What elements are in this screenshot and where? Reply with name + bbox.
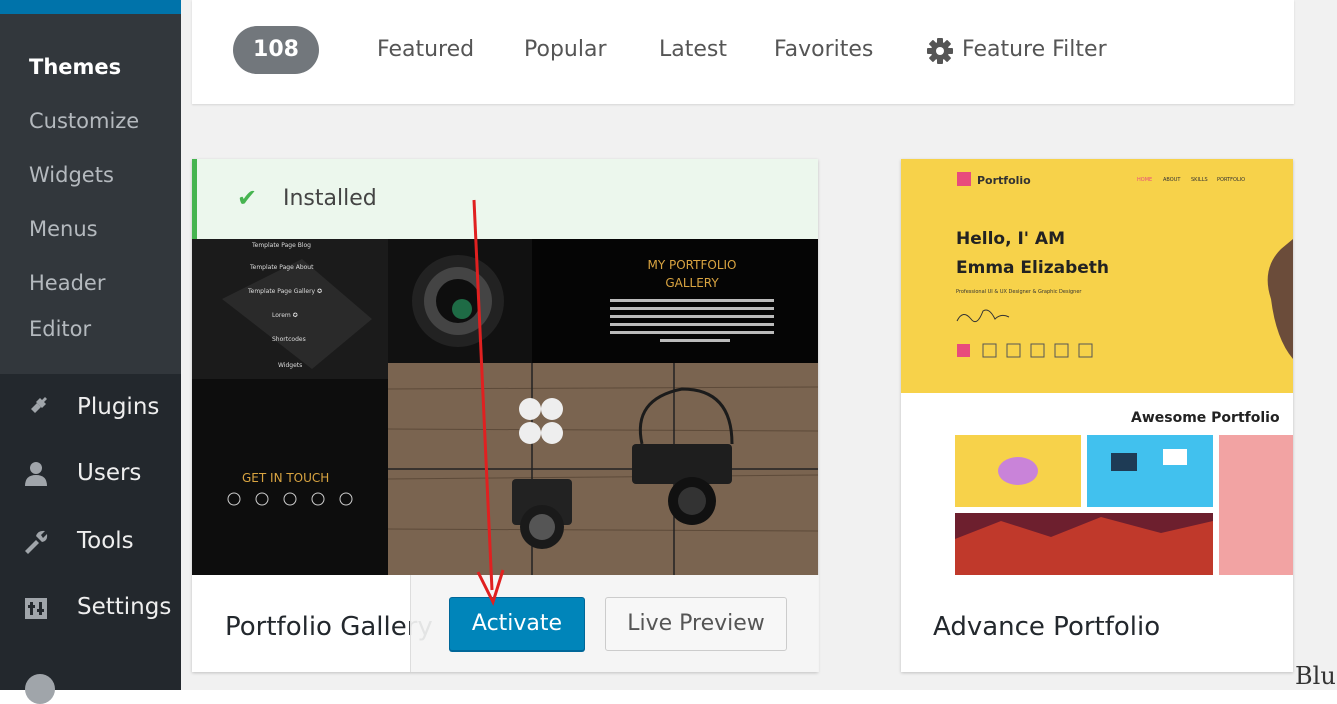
screenshot-heading-line2: GALLERY (665, 276, 719, 290)
settings-icon (25, 598, 47, 619)
submenu-item-widgets[interactable]: Widgets (29, 162, 114, 188)
installed-notice: ✔ Installed (192, 159, 818, 239)
screenshot-section-title: Awesome Portfolio (1131, 410, 1280, 426)
screenshot-brand: Portfolio (977, 174, 1031, 187)
screenshot-menu-item-1: Template Page Blog (251, 242, 311, 249)
sidebar-item-tools[interactable]: Tools (0, 520, 181, 564)
sidebar-item-users[interactable]: Users (0, 452, 181, 496)
submenu-item-menus[interactable]: Menus (29, 216, 98, 242)
theme-card-advance-portfolio[interactable]: Portfolio HOME ABOUT SKILLS PORTFOLIO He… (901, 159, 1293, 672)
sidebar-item-label: Tools (77, 528, 134, 554)
submenu-item-header-editor[interactable]: Header (29, 270, 105, 296)
tools-icon (25, 530, 48, 554)
sidebar-item-label: Plugins (77, 394, 160, 420)
theme-count-badge: 108 (233, 26, 319, 74)
live-preview-button[interactable]: Live Preview (605, 597, 787, 651)
filter-link-latest[interactable]: Latest (659, 36, 727, 64)
screenshot-person-name: Emma Elizabeth (956, 258, 1109, 278)
admin-sidebar: Themes Customize Widgets Menus Header Ed… (0, 0, 181, 704)
theme-actions: Activate Live Preview (410, 575, 819, 672)
themes-content: 108 Featured Popular Latest Favorites Fe… (181, 0, 1337, 690)
screenshot-nav-portfolio: PORTFOLIO (1217, 177, 1245, 183)
screenshot-tagline: Professional UI & UX Designer & Graphic … (956, 289, 1082, 295)
gear-icon[interactable] (926, 37, 954, 65)
sidebar-appearance-highlight[interactable] (0, 0, 181, 14)
filter-link-featured[interactable]: Featured (377, 36, 474, 64)
theme-screenshot-advance-portfolio[interactable]: Portfolio HOME ABOUT SKILLS PORTFOLIO He… (901, 159, 1293, 575)
theme-card-portfolio-gallery[interactable]: ✔ Installed Template Page Blog Template … (192, 159, 819, 672)
sidebar-item-label: Users (77, 460, 142, 486)
theme-screenshot-portfolio-gallery[interactable]: Template Page Blog Template Page About T… (192, 239, 818, 575)
sidebar-item-label: Settings (77, 594, 172, 620)
screenshot-nav-about: ABOUT (1163, 177, 1181, 183)
feature-filter-link[interactable]: Feature Filter (962, 36, 1107, 64)
screenshot-nav-home: HOME (1137, 177, 1152, 183)
screenshot-heading-line1: MY PORTFOLIO (648, 258, 737, 272)
theme-name: Portfolio Gallery (225, 612, 433, 642)
activate-button[interactable]: Activate (449, 597, 585, 651)
screenshot-menu-item-5: Shortcodes (272, 336, 306, 343)
filter-link-popular[interactable]: Popular (524, 36, 607, 64)
submenu-item-customize[interactable]: Customize (29, 108, 139, 134)
submenu-item-header-editor-line2[interactable]: Editor (29, 316, 91, 342)
screenshot-menu-item-4: Lorem ✪ (272, 312, 298, 319)
theme-name: Advance Portfolio (933, 612, 1161, 642)
screenshot-menu-item-6: Widgets (278, 362, 302, 369)
appearance-submenu: Themes Customize Widgets Menus Header Ed… (0, 14, 181, 374)
submenu-item-themes[interactable]: Themes (29, 54, 121, 80)
screenshot-menu-item-3: Template Page Gallery ✪ (247, 288, 322, 295)
checkmark-icon: ✔ (237, 184, 258, 212)
screenshot-nav-skills: SKILLS (1191, 177, 1208, 183)
filter-link-favorites[interactable]: Favorites (774, 36, 873, 64)
collapse-menu-icon[interactable] (25, 674, 55, 704)
installed-notice-text: Installed (283, 186, 377, 211)
theme-filter-bar: 108 Featured Popular Latest Favorites Fe… (192, 0, 1294, 104)
screenshot-cta: GET IN TOUCH (242, 471, 329, 485)
plugin-icon (26, 397, 47, 418)
sidebar-item-settings[interactable]: Settings (0, 586, 181, 630)
watermark-text: Blu (1295, 662, 1336, 690)
screenshot-menu-item-2: Template Page About (249, 264, 314, 271)
users-icon (25, 462, 47, 486)
sidebar-item-plugins[interactable]: Plugins (0, 386, 181, 430)
screenshot-hello: Hello, I' AM (956, 229, 1065, 249)
